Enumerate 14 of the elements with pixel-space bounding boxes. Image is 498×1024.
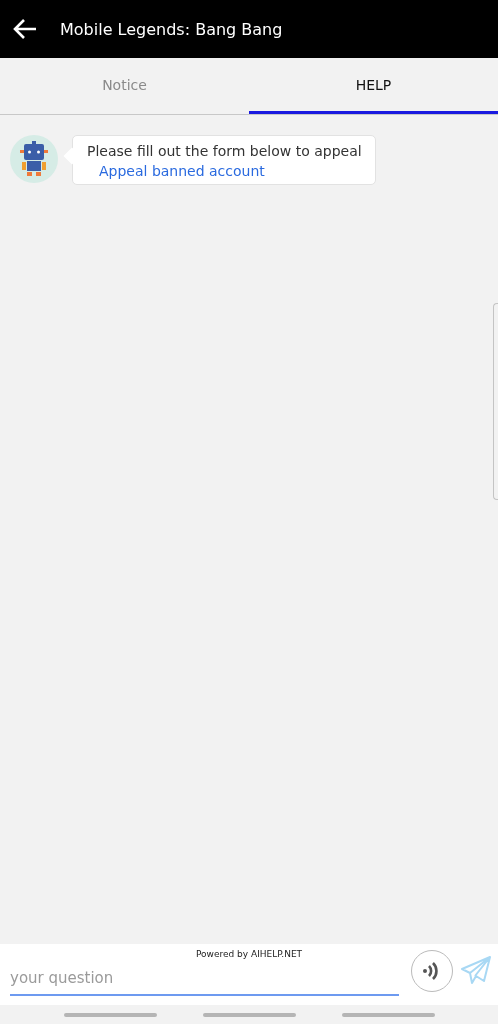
- nav-button[interactable]: [202, 1012, 296, 1017]
- send-icon[interactable]: [460, 955, 492, 985]
- side-handle[interactable]: [493, 303, 498, 500]
- back-arrow-icon[interactable]: [12, 18, 38, 40]
- question-input-field[interactable]: your question: [10, 962, 399, 996]
- nav-button[interactable]: [63, 1012, 157, 1017]
- appeal-link[interactable]: Appeal banned account: [87, 163, 362, 179]
- robot-avatar-icon: [10, 135, 58, 183]
- nav-button[interactable]: [341, 1012, 435, 1017]
- powered-by-text: Powered by AIHELP.NET: [196, 949, 303, 959]
- window-title: Mobile Legends: Bang Bang: [60, 19, 283, 39]
- tab[interactable]: Notice: [0, 58, 249, 114]
- message-text: Please fill out the form below to appeal: [87, 143, 362, 159]
- tab[interactable]: HELP: [249, 58, 498, 114]
